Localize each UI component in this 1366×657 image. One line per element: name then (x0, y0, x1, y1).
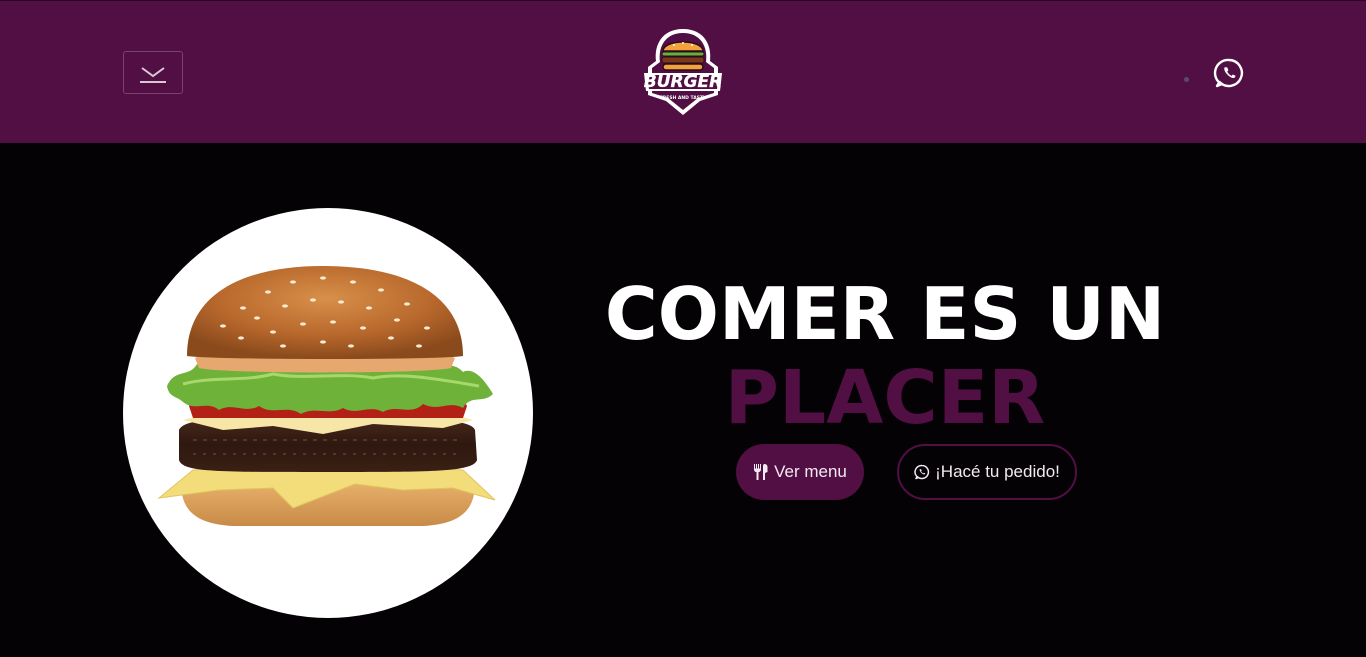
place-order-button[interactable]: ¡Hacé tu pedido! (897, 444, 1077, 500)
logo-title: BURGER (644, 72, 723, 92)
hamburger-illustration (157, 266, 496, 526)
page: BURGER FRESH AND TASTY COMER ES UN PLACE… (0, 0, 1366, 657)
view-menu-label: Ver menu (774, 462, 847, 481)
whatsapp-header-link[interactable] (1213, 57, 1245, 89)
header-indicator-dot (1184, 77, 1189, 82)
hero-title: COMER ES UN PLACER (560, 272, 1210, 440)
logo-tagline: FRESH AND TASTY (660, 95, 707, 101)
view-menu-button[interactable]: Ver menu (736, 444, 864, 500)
site-header: BURGER FRESH AND TASTY (0, 0, 1366, 143)
hamburger-photo (123, 208, 533, 618)
hero-title-line1: COMER ES UN (604, 272, 1166, 356)
menu-toggle-button[interactable] (123, 51, 183, 94)
brand-logo[interactable]: BURGER FRESH AND TASTY (638, 27, 728, 119)
burger-icon: BURGER FRESH AND TASTY (644, 29, 723, 115)
whatsapp-icon (914, 464, 930, 480)
utensils-icon (754, 464, 768, 480)
place-order-label: ¡Hacé tu pedido! (935, 462, 1060, 481)
hero-title-line2: PLACER (724, 355, 1046, 441)
chevron-down-icon (140, 66, 166, 83)
whatsapp-icon (1213, 58, 1244, 88)
